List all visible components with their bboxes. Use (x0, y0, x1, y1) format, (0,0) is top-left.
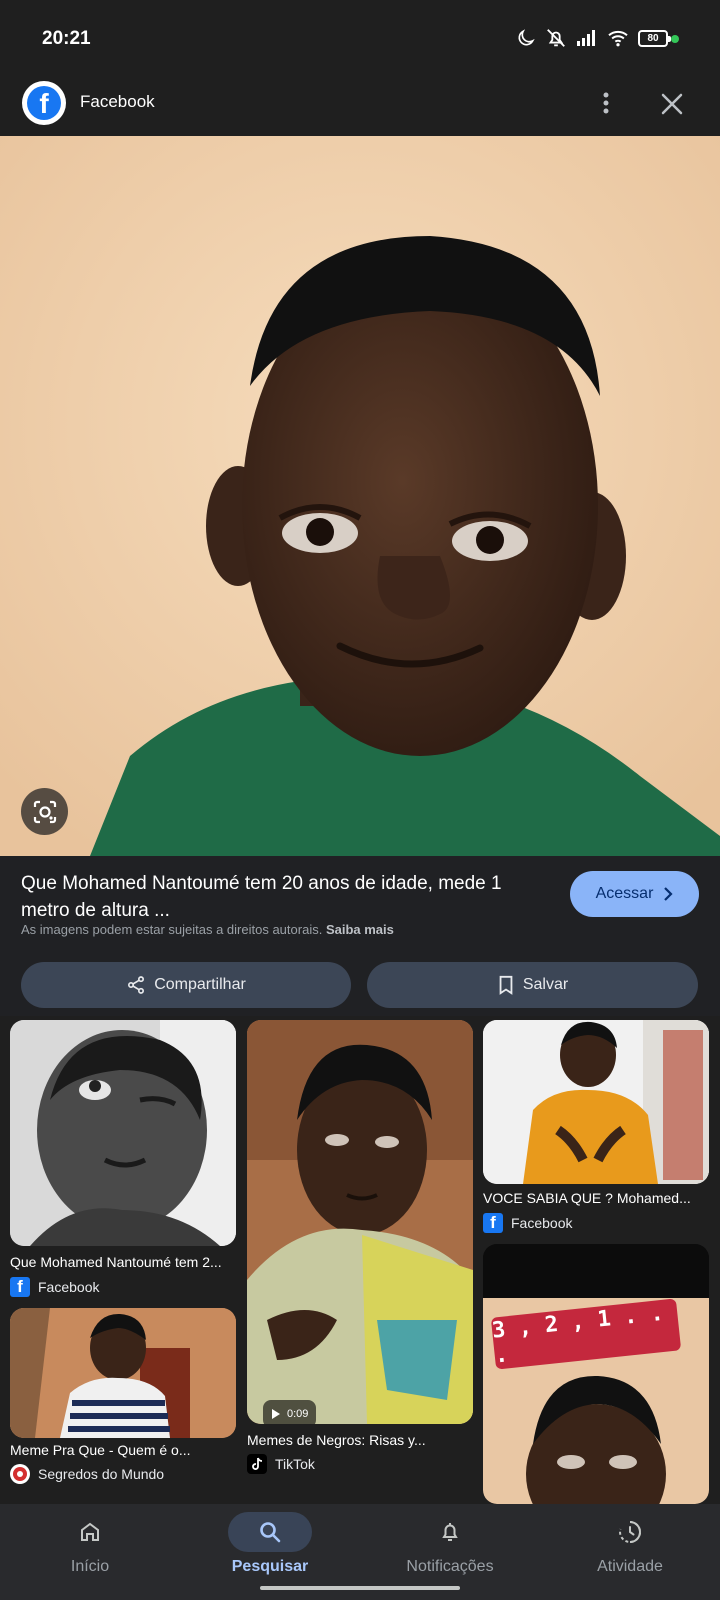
close-icon[interactable] (658, 90, 686, 118)
lens-icon (33, 800, 56, 823)
related-title[interactable]: Que Mohamed Nantoumé tem 2... (10, 1254, 236, 1270)
visit-button-label: Acessar (595, 885, 654, 902)
save-button[interactable]: Salvar (367, 962, 698, 1008)
related-title[interactable]: Memes de Negros: Risas y... (247, 1432, 473, 1448)
related-title[interactable]: Meme Pra Que - Quem é o... (10, 1442, 236, 1458)
related-source: f Facebook (483, 1213, 572, 1233)
nav-search-label: Pesquisar (231, 1558, 309, 1575)
bell-icon (408, 1512, 492, 1552)
related-thumbnail[interactable] (10, 1020, 236, 1246)
nav-activity[interactable]: Atividade (550, 1512, 710, 1576)
related-thumbnail[interactable]: 3 , 2 , 1 . . . (483, 1244, 709, 1504)
nav-notifications[interactable]: Notificações (370, 1512, 530, 1576)
bookmark-icon (499, 975, 513, 995)
portrait-illustration (0, 136, 720, 856)
visit-button[interactable]: Acessar (570, 871, 699, 917)
facebook-favicon-icon: f (10, 1277, 30, 1297)
related-thumbnail[interactable] (10, 1308, 236, 1438)
battery-icon: 80 (638, 29, 671, 47)
battery-level: 80 (647, 32, 659, 44)
history-icon (588, 1512, 672, 1552)
status-bar: 20:21 80 (0, 0, 720, 72)
facebook-favicon-icon: f (483, 1213, 503, 1233)
related-source: TikTok (247, 1454, 315, 1474)
moon-icon (518, 29, 535, 46)
source-title[interactable]: Facebook (80, 92, 155, 112)
related-thumbnail[interactable]: 0:09 (247, 1020, 473, 1424)
mute-icon (547, 29, 565, 47)
related-card[interactable]: Meme Pra Que - Quem é o... Segredos do M… (10, 1308, 236, 1504)
more-vert-icon[interactable] (596, 88, 616, 118)
segredos-do-mundo-favicon-icon (10, 1464, 30, 1484)
chevron-right-icon (664, 887, 673, 901)
home-icon (48, 1512, 132, 1552)
related-card[interactable]: 0:09 Memes de Negros: Risas y... TikTok (247, 1020, 473, 1480)
facebook-logo-icon: f (22, 81, 66, 125)
learn-more-link[interactable]: Saiba mais (326, 922, 394, 937)
lens-search-button[interactable] (21, 788, 68, 835)
nav-home[interactable]: Início (10, 1512, 170, 1576)
result-info: Que Mohamed Nantoumé tem 20 anos de idad… (0, 856, 720, 1016)
signal-icon (577, 30, 595, 46)
share-button[interactable]: Compartilhar (21, 962, 351, 1008)
copyright-notice: As imagens podem estar sujeitas a direit… (21, 922, 394, 937)
nav-search[interactable]: Pesquisar (190, 1512, 350, 1576)
video-duration: 0:09 (287, 1408, 309, 1420)
related-card[interactable]: Que Mohamed Nantoumé tem 2... f Facebook (10, 1020, 236, 1300)
tiktok-favicon-icon (247, 1454, 267, 1474)
nav-home-label: Início (70, 1558, 110, 1575)
status-icons: 80 (516, 26, 671, 50)
main-image[interactable] (0, 136, 720, 856)
related-images-grid: Que Mohamed Nantoumé tem 2... f Facebook… (0, 1016, 720, 1504)
status-time: 20:21 (42, 28, 91, 49)
related-source-label: Facebook (38, 1279, 100, 1295)
related-title[interactable]: VOCE SABIA QUE ? Mohamed... (483, 1190, 709, 1206)
nav-activity-label: Atividade (597, 1558, 663, 1575)
play-icon (272, 1409, 280, 1419)
related-thumbnail[interactable] (483, 1020, 709, 1184)
share-icon (128, 976, 145, 994)
related-source-label: Facebook (511, 1215, 573, 1231)
copyright-text: As imagens podem estar sujeitas a direit… (21, 922, 323, 937)
save-button-label: Salvar (522, 976, 569, 993)
video-duration-badge: 0:09 (263, 1400, 317, 1424)
result-title[interactable]: Que Mohamed Nantoumé tem 20 anos de idad… (21, 870, 521, 924)
related-source: f Facebook (10, 1277, 99, 1297)
related-source-label: Segredos do Mundo (38, 1466, 165, 1482)
search-icon (228, 1512, 312, 1552)
related-source: Segredos do Mundo (10, 1464, 164, 1484)
wifi-icon (608, 30, 628, 47)
related-card[interactable]: VOCE SABIA QUE ? Mohamed... f Facebook (483, 1020, 709, 1236)
privacy-indicator-dot (671, 35, 679, 43)
share-button-label: Compartilhar (154, 976, 246, 993)
viewer-header: f Facebook (0, 72, 720, 136)
related-source-label: TikTok (275, 1456, 315, 1472)
gesture-home-indicator[interactable] (260, 1586, 460, 1590)
nav-notifications-label: Notificações (406, 1558, 494, 1575)
related-card[interactable]: 3 , 2 , 1 . . . (483, 1244, 709, 1504)
